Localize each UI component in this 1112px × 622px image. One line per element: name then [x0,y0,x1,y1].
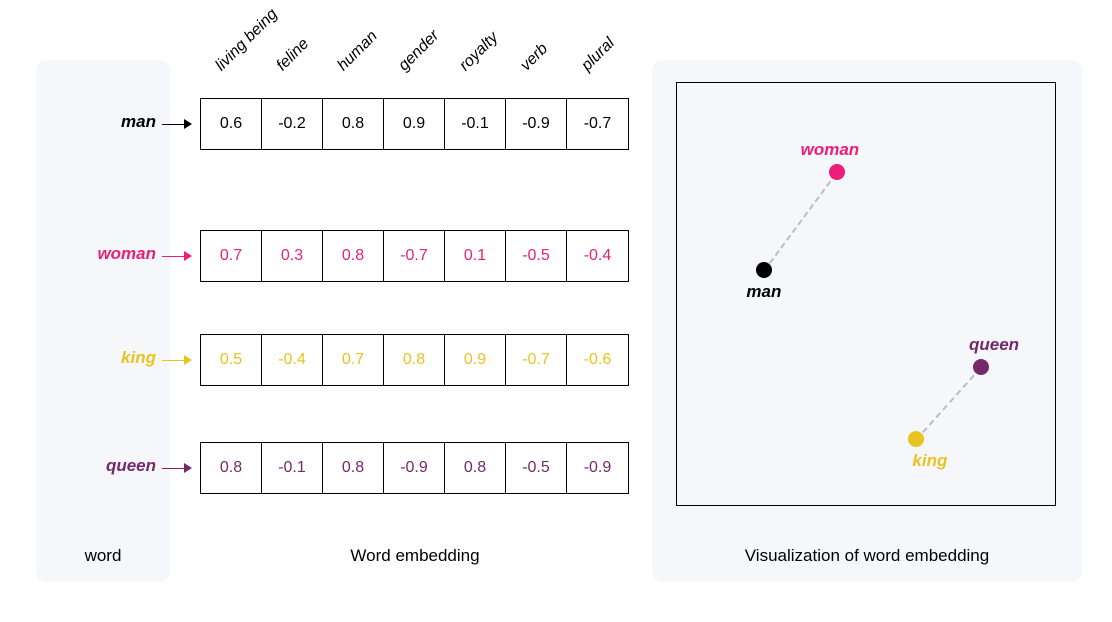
dimension-header: royalty [456,29,502,75]
embedding-row: 0.8-0.10.8-0.90.8-0.5-0.9 [200,442,629,494]
scatter-point [973,359,989,375]
embedding-cell: 0.1 [445,231,506,281]
scatter-point-label: queen [969,335,1019,355]
embedding-row: 0.5-0.40.70.80.9-0.7-0.6 [200,334,629,386]
embedding-cell: 0.9 [445,335,506,385]
dimension-header: verb [517,40,552,75]
embedding-cell: 0.3 [262,231,323,281]
embedding-cell: 0.7 [201,231,262,281]
word-label: king [36,348,156,368]
caption-viz: Visualization of word embedding [652,546,1082,566]
embedding-cell: -0.5 [506,231,567,281]
embedding-cell: -0.7 [506,335,567,385]
embedding-cell: 0.8 [384,335,445,385]
embedding-cell: 0.9 [384,99,445,149]
embedding-cell: -0.9 [384,443,445,493]
scatter-point-label: man [746,282,781,302]
embedding-cell: -0.5 [506,443,567,493]
dimension-header: feline [273,35,313,75]
embedding-row: 0.6-0.20.80.9-0.1-0.9-0.7 [200,98,629,150]
embedding-cell: -0.2 [262,99,323,149]
embedding-cell: -0.4 [262,335,323,385]
embedding-cell: -0.1 [262,443,323,493]
scatter-point [829,164,845,180]
scatter-point-label: king [912,451,947,471]
dimension-header: living being [212,6,281,75]
dimension-header: human [334,28,381,75]
scatter-point-label: woman [801,140,860,160]
embedding-cell: 0.7 [323,335,384,385]
embedding-cell: 0.8 [201,443,262,493]
embedding-cell: 0.6 [201,99,262,149]
embedding-cell: -0.9 [567,443,628,493]
scatter-point [908,431,924,447]
embedding-cell: -0.7 [384,231,445,281]
embedding-cell: 0.8 [323,443,384,493]
embedding-cell: 0.8 [445,443,506,493]
dimension-header: gender [395,27,443,75]
embedding-cell: -0.9 [506,99,567,149]
words-panel-bg [36,60,170,582]
dimension-headers: living beingfeline human gender royalty verb… [203,0,643,90]
embedding-row: 0.70.30.8-0.70.1-0.5-0.4 [200,230,629,282]
word-label: woman [36,244,156,264]
embedding-cell: -0.7 [567,99,628,149]
caption-word: word [36,546,170,566]
word-label: man [36,112,156,132]
embedding-scatter-plot: man woman king queen [676,82,1056,506]
arrow-icon [162,123,192,125]
arrow-icon [162,359,192,361]
word-label: queen [36,456,156,476]
embedding-cell: 0.5 [201,335,262,385]
embedding-link [764,172,838,271]
arrow-icon [162,255,192,257]
embedding-cell: -0.4 [567,231,628,281]
dimension-header: plural [578,35,618,75]
embedding-cell: -0.6 [567,335,628,385]
embedding-cell: 0.8 [323,231,384,281]
embedding-cell: 0.8 [323,99,384,149]
scatter-point [756,262,772,278]
arrow-icon [162,467,192,469]
embedding-cell: -0.1 [445,99,506,149]
caption-embedding: Word embedding [200,546,630,566]
embedding-link [916,367,982,440]
